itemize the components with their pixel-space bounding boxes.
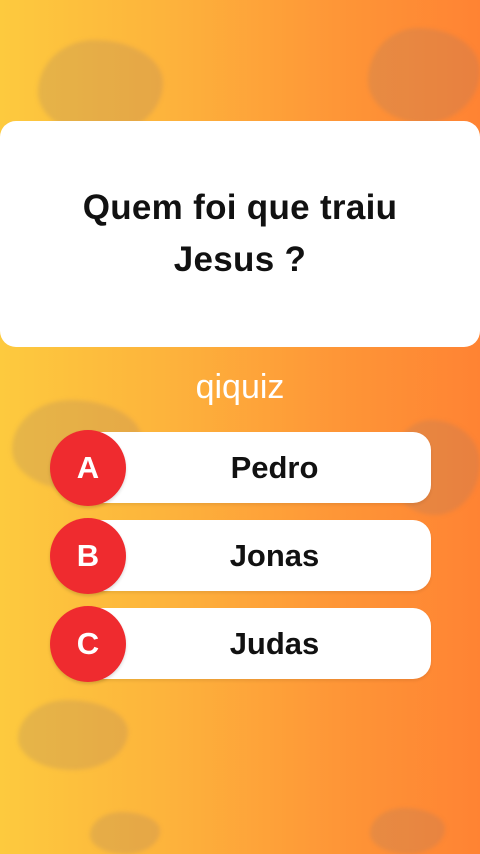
answer-label: Jonas xyxy=(229,538,320,573)
answer-option-c[interactable]: Judas C xyxy=(50,606,431,682)
answer-label: Pedro xyxy=(230,450,319,485)
letter-badge: A xyxy=(50,430,126,506)
letter-badge: B xyxy=(50,518,126,594)
letter-badge: C xyxy=(50,606,126,682)
answer-text-wrap: Judas xyxy=(80,608,431,679)
answer-option-b[interactable]: Jonas B xyxy=(50,518,431,594)
background-blob xyxy=(90,812,160,854)
question-line-1: Quem foi que traiu xyxy=(82,188,398,227)
question-card: Quem foi que traiu Jesus ? xyxy=(0,121,480,347)
question-line-2: Jesus ? xyxy=(173,240,307,279)
answer-text-wrap: Pedro xyxy=(80,432,431,503)
background-blob xyxy=(18,700,128,770)
answer-text-wrap: Jonas xyxy=(80,520,431,591)
answer-label: Judas xyxy=(229,626,320,661)
question-text: Quem foi que traiu Jesus ? xyxy=(83,182,398,286)
brand-label: qiquiz xyxy=(195,368,285,406)
background-blob xyxy=(368,28,480,123)
background-blob xyxy=(370,808,445,854)
answer-option-a[interactable]: Pedro A xyxy=(50,430,431,506)
